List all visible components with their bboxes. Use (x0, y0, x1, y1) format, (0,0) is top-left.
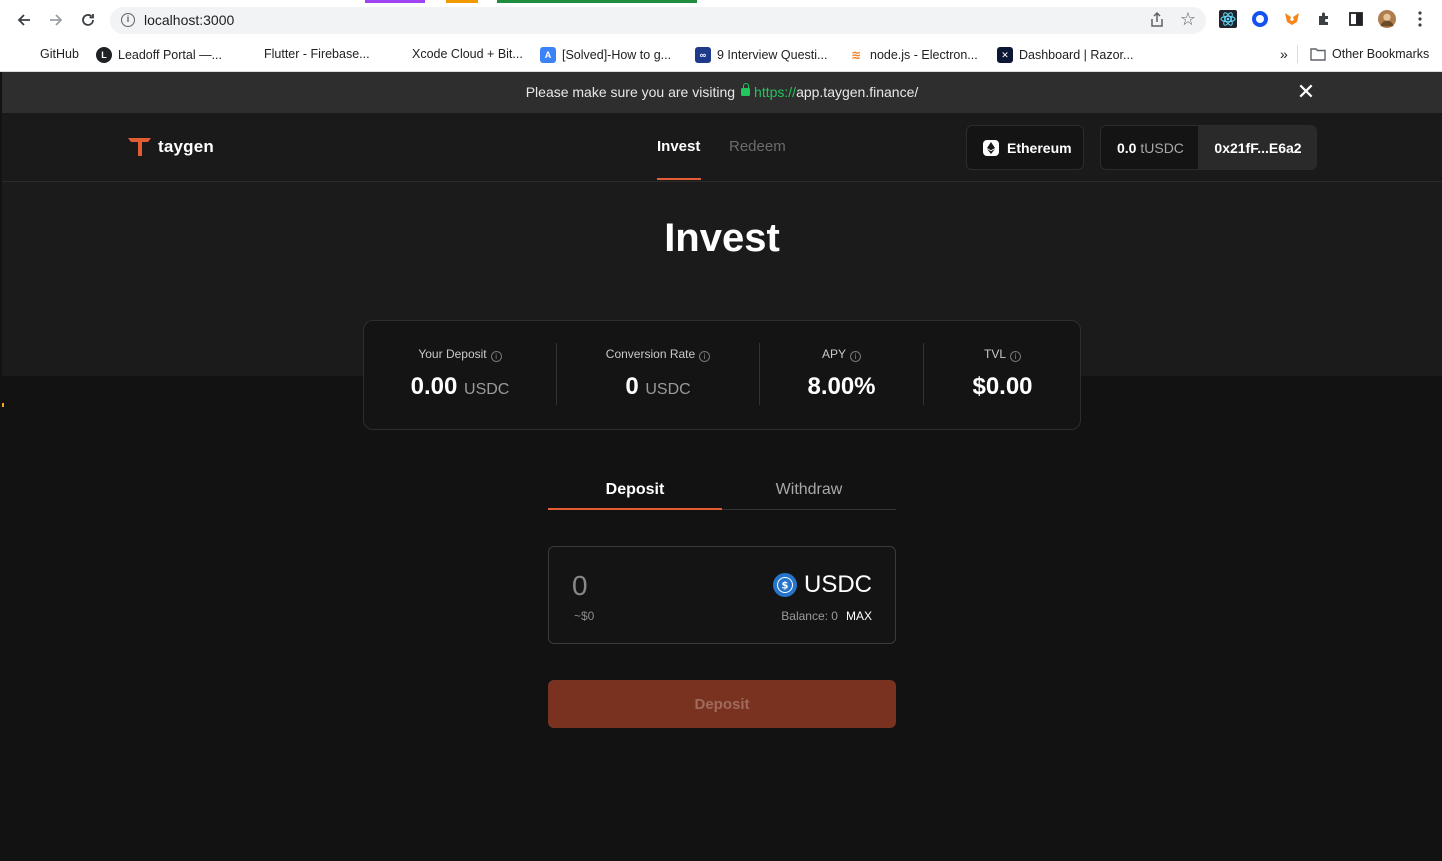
back-button[interactable] (13, 9, 35, 31)
nav-active-indicator (657, 178, 701, 180)
tab-indicator (365, 0, 425, 3)
address-bar[interactable]: i localhost:3000 ☆ (110, 7, 1206, 34)
taygen-app: Please make sure you are visiting https:/… (2, 72, 1442, 861)
wallet-address-button[interactable]: 0x21fF...E6a2 (1198, 126, 1316, 169)
notice-text: Please make sure you are visiting https:/… (525, 83, 919, 100)
profile-avatar[interactable] (1378, 10, 1396, 28)
usd-estimate: ~$0 (574, 609, 595, 623)
nav-tab-invest[interactable]: Invest (657, 138, 700, 155)
browser-toolbar: i localhost:3000 ☆ (0, 0, 1442, 38)
svg-text:$: $ (782, 581, 789, 592)
forward-button[interactable] (45, 9, 67, 31)
extensions-icon[interactable] (1315, 10, 1333, 28)
share-icon[interactable] (1148, 11, 1166, 29)
bookmark-solved[interactable]: A [Solved]-How to g... (540, 47, 671, 63)
side-panel-icon[interactable] (1347, 10, 1365, 28)
bookmarks-divider (1297, 45, 1298, 63)
reload-icon (82, 14, 94, 26)
stat-apy: APY i 8.00% (807, 347, 876, 400)
bookmark-leadoff[interactable]: L Leadoff Portal —... (96, 47, 222, 63)
solved-icon: A (540, 47, 556, 63)
metamask-icon[interactable] (1283, 10, 1301, 28)
token-display: $ USDC (772, 571, 872, 599)
bookmark-star-icon[interactable]: ☆ (1180, 9, 1196, 30)
bookmark-razorpay[interactable]: ✕ Dashboard | Razor... (997, 47, 1133, 63)
razorpay-icon: ✕ (997, 47, 1013, 63)
arrow-right-icon (50, 14, 63, 26)
wallet-balance: 0.0 tUSDC (1117, 140, 1184, 156)
ethereum-icon (983, 139, 999, 156)
tab-indicator (497, 0, 697, 3)
security-notice-banner: Please make sure you are visiting https:/… (2, 72, 1442, 113)
deposit-submit-button[interactable]: Deposit (548, 680, 896, 728)
bookmark-xcode[interactable]: Xcode Cloud + Bit... (412, 47, 523, 61)
info-icon[interactable]: i (699, 351, 711, 362)
interview-icon: ∞ (695, 47, 711, 63)
stat-your-deposit: Your Deposit i 0.00 USDC (410, 347, 510, 400)
amount-input-card: ~$0 $ USDC Balance: 0 MAX (548, 546, 896, 644)
max-button[interactable]: MAX (846, 609, 872, 623)
edge-accent (2, 403, 4, 407)
page-title: Invest (664, 216, 780, 260)
deposit-withdraw-tabs: Deposit Withdraw (548, 472, 896, 510)
folder-icon (1310, 48, 1326, 61)
other-bookmarks[interactable]: Other Bookmarks (1310, 47, 1429, 61)
info-icon[interactable]: i (1010, 351, 1021, 362)
bookmark-github[interactable]: GitHub (40, 47, 79, 61)
network-selector-button[interactable]: Ethereum (966, 125, 1084, 170)
stats-card: Your Deposit i 0.00 USDC Conversion Rate i… (363, 320, 1081, 430)
token-balance: Balance: 0 MAX (781, 609, 872, 623)
leadoff-icon: L (96, 47, 112, 63)
app-header: taygen Invest Redeem Ethereum 0.0 tUSDC … (2, 113, 1442, 182)
bookmark-stackoverflow[interactable]: ≋ node.js - Electron... (848, 47, 978, 63)
usdc-icon: $ (772, 573, 797, 597)
react-devtools-icon[interactable] (1219, 10, 1237, 28)
stat-conversion-rate: Conversion Rate i 0 USDC (557, 321, 759, 431)
tab-withdraw[interactable]: Withdraw (722, 481, 896, 499)
stat-tvl: TVL i $0.00 (972, 347, 1033, 400)
bookmarks-overflow-button[interactable]: » (1280, 46, 1288, 62)
reload-button[interactable] (77, 9, 99, 31)
wallet-widget[interactable]: 0.0 tUSDC 0x21fF...E6a2 (1100, 125, 1317, 170)
taygen-logo[interactable]: taygen (127, 136, 214, 158)
stackoverflow-icon: ≋ (848, 47, 864, 63)
url-text[interactable]: localhost:3000 (144, 12, 234, 28)
tab-indicator (446, 0, 478, 3)
bookmarks-bar: GitHub L Leadoff Portal —... Flutter - Fi… (0, 38, 1442, 72)
browser-menu-icon[interactable] (1411, 10, 1429, 28)
info-icon[interactable]: i (490, 351, 502, 362)
lock-icon (741, 83, 751, 96)
info-icon[interactable]: i (121, 13, 135, 27)
bookmark-flutter[interactable]: Flutter - Firebase... (264, 47, 370, 61)
taygen-logo-icon (128, 138, 151, 156)
tab-active-indicator (548, 508, 722, 510)
bookmark-interview[interactable]: ∞ 9 Interview Questi... (695, 47, 827, 63)
nav-tab-redeem[interactable]: Redeem (729, 138, 786, 155)
tab-deposit[interactable]: Deposit (548, 481, 722, 499)
close-icon[interactable]: ✕ (1296, 81, 1316, 103)
info-icon[interactable]: i (850, 351, 861, 362)
amount-input[interactable] (572, 569, 722, 603)
coinbase-wallet-icon[interactable] (1251, 10, 1269, 28)
arrow-left-icon (17, 14, 30, 26)
